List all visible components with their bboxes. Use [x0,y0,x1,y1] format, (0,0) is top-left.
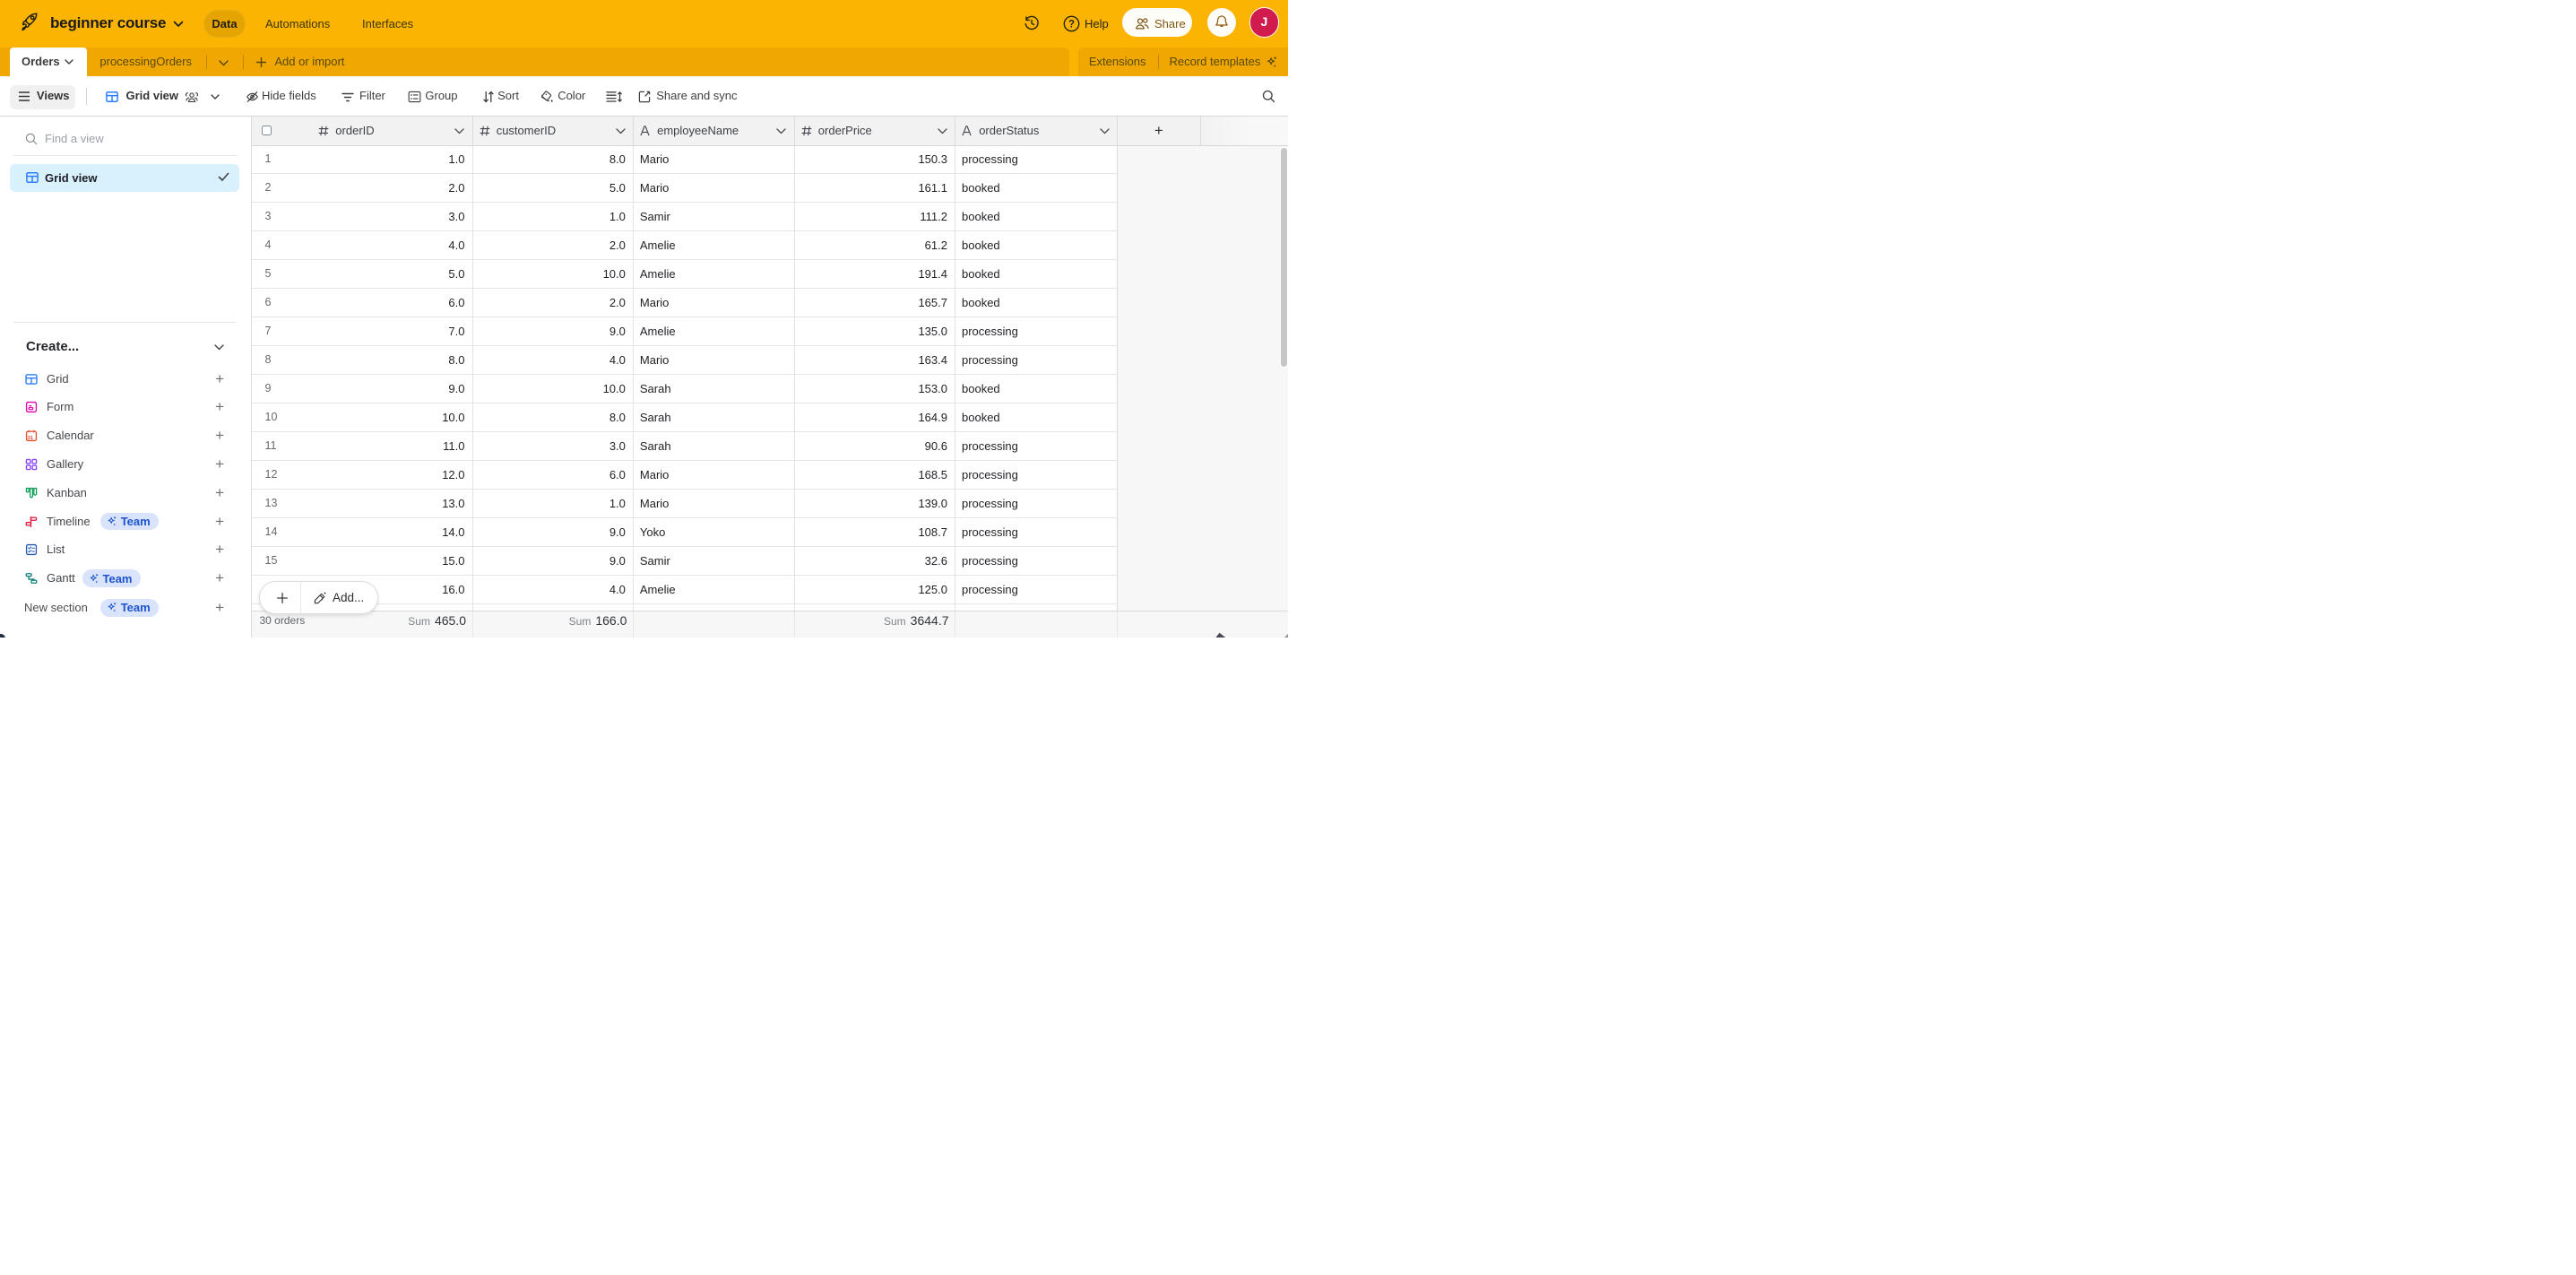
svg-text:31: 31 [28,436,33,441]
svg-text:?: ? [1068,19,1075,30]
